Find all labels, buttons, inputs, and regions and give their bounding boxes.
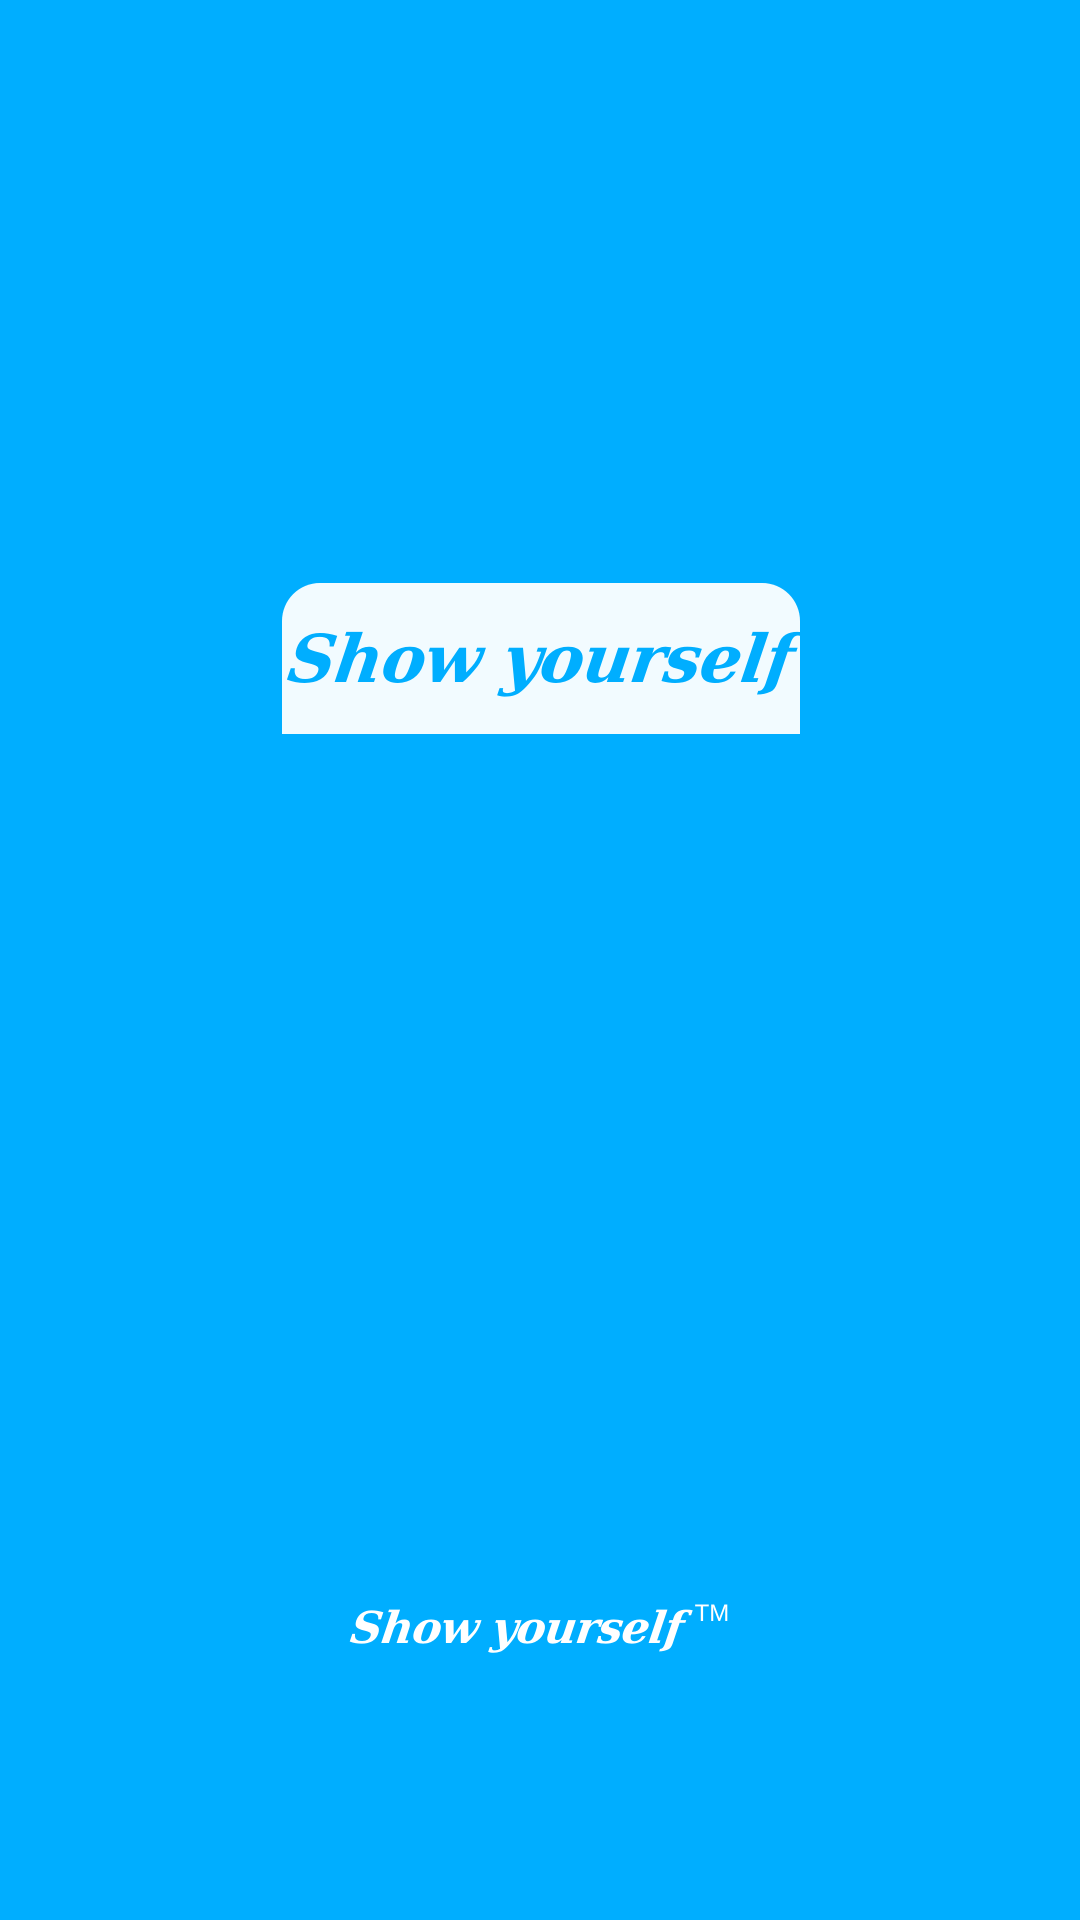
logo-card: Show yourself (282, 583, 800, 734)
footer-brand-name: Show yourself (347, 1603, 687, 1654)
app-logo-text: Show yourself (283, 619, 799, 698)
trademark-symbol: TM (694, 1600, 730, 1627)
splash-screen: Show yourself Show yourself TM (0, 0, 1080, 1920)
brand-footer: Show yourself TM (0, 1600, 1080, 1654)
